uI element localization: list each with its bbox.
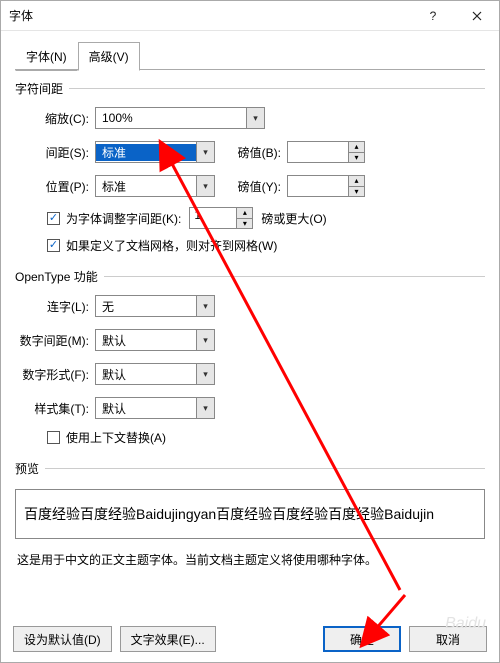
divider (69, 88, 485, 89)
spacing-pt-label: 磅值(B): (225, 144, 287, 161)
tab-strip: 字体(N) 高级(V) (15, 41, 485, 70)
tab-font-label: 字体(N) (26, 50, 67, 64)
divider (104, 276, 485, 277)
spacing-pt-value (288, 142, 348, 162)
tab-advanced[interactable]: 高级(V) (78, 42, 140, 71)
styleset-combo[interactable]: 默认 ▾ (95, 397, 215, 419)
preview-note: 这是用于中文的正文主题字体。当前文档主题定义将使用哪种字体。 (17, 551, 483, 568)
ligature-value: 无 (96, 298, 196, 315)
chevron-down-icon[interactable]: ▾ (196, 296, 214, 316)
text-effects-button[interactable]: 文字效果(E)... (120, 626, 216, 652)
set-default-button[interactable]: 设为默认值(D) (13, 626, 112, 652)
numform-value: 默认 (96, 366, 196, 383)
spin-down-icon[interactable]: ▾ (237, 219, 252, 229)
position-pt-value (288, 176, 348, 196)
button-row: 设为默认值(D) 文字效果(E)... 确定 取消 (1, 616, 499, 662)
cancel-button[interactable]: 取消 (409, 626, 487, 652)
kerning-spin[interactable]: 1 ▴▾ (189, 207, 253, 229)
numform-label: 数字形式(F): (15, 366, 95, 383)
spacing-value: 标准 (96, 144, 196, 161)
position-label: 位置(P): (15, 178, 95, 195)
numform-combo[interactable]: 默认 ▾ (95, 363, 215, 385)
scale-combo[interactable]: 100% ▾ (95, 107, 265, 129)
titlebar: 字体 ? (1, 1, 499, 31)
group-opentype: OpenType 功能 (15, 268, 485, 285)
grid-checkbox[interactable]: ✓ (47, 239, 60, 252)
kerning-label: 为字体调整字间距(K): (66, 210, 181, 227)
tab-font[interactable]: 字体(N) (15, 42, 78, 71)
help-button[interactable]: ? (411, 1, 455, 31)
styleset-value: 默认 (96, 400, 196, 417)
preview-text: 百度经验百度经验Baidujingyan百度经验百度经验百度经验Baidujin (24, 504, 434, 524)
spin-up-icon[interactable]: ▴ (349, 176, 364, 187)
group-preview: 预览 (15, 460, 485, 477)
preview-box: 百度经验百度经验Baidujingyan百度经验百度经验百度经验Baidujin (15, 489, 485, 539)
group-char-spacing-title: 字符间距 (15, 80, 63, 97)
close-button[interactable] (455, 1, 499, 31)
spin-down-icon[interactable]: ▾ (349, 187, 364, 197)
chevron-down-icon[interactable]: ▾ (196, 142, 214, 162)
contextual-label: 使用上下文替换(A) (66, 429, 166, 446)
group-opentype-title: OpenType 功能 (15, 268, 98, 285)
spin-up-icon[interactable]: ▴ (349, 142, 364, 153)
ligature-label: 连字(L): (15, 298, 95, 315)
kerning-value: 1 (190, 208, 236, 228)
contextual-checkbox[interactable] (47, 431, 60, 444)
spacing-combo[interactable]: 标准 ▾ (95, 141, 215, 163)
position-combo[interactable]: 标准 ▾ (95, 175, 215, 197)
group-preview-title: 预览 (15, 460, 39, 477)
chevron-down-icon[interactable]: ▾ (196, 398, 214, 418)
spacing-pt-spin[interactable]: ▴▾ (287, 141, 365, 163)
numspacing-value: 默认 (96, 332, 196, 349)
close-icon (472, 11, 482, 21)
ligature-combo[interactable]: 无 ▾ (95, 295, 215, 317)
group-char-spacing: 字符间距 (15, 80, 485, 97)
kerning-unit: 磅或更大(O) (261, 210, 326, 227)
divider (45, 468, 485, 469)
chevron-down-icon[interactable]: ▾ (196, 330, 214, 350)
numspacing-combo[interactable]: 默认 ▾ (95, 329, 215, 351)
position-pt-label: 磅值(Y): (225, 178, 287, 195)
chevron-down-icon[interactable]: ▾ (246, 108, 264, 128)
scale-label: 缩放(C): (15, 110, 95, 127)
scale-value: 100% (96, 111, 246, 125)
chevron-down-icon[interactable]: ▾ (196, 364, 214, 384)
content-area: 字体(N) 高级(V) 字符间距 缩放(C): 100% ▾ 间距(S): 标准… (1, 31, 499, 616)
ok-button[interactable]: 确定 (323, 626, 401, 652)
numspacing-label: 数字间距(M): (15, 332, 95, 349)
position-value: 标准 (96, 178, 196, 195)
grid-label: 如果定义了文档网格，则对齐到网格(W) (66, 237, 277, 254)
styleset-label: 样式集(T): (15, 400, 95, 417)
kerning-checkbox[interactable]: ✓ (47, 212, 60, 225)
spin-up-icon[interactable]: ▴ (237, 208, 252, 219)
font-dialog: 字体 ? 字体(N) 高级(V) 字符间距 缩放(C): 100% ▾ (0, 0, 500, 663)
chevron-down-icon[interactable]: ▾ (196, 176, 214, 196)
spin-down-icon[interactable]: ▾ (349, 153, 364, 163)
tab-advanced-label: 高级(V) (89, 50, 129, 64)
spacing-label: 间距(S): (15, 144, 95, 161)
window-title: 字体 (1, 7, 411, 24)
position-pt-spin[interactable]: ▴▾ (287, 175, 365, 197)
